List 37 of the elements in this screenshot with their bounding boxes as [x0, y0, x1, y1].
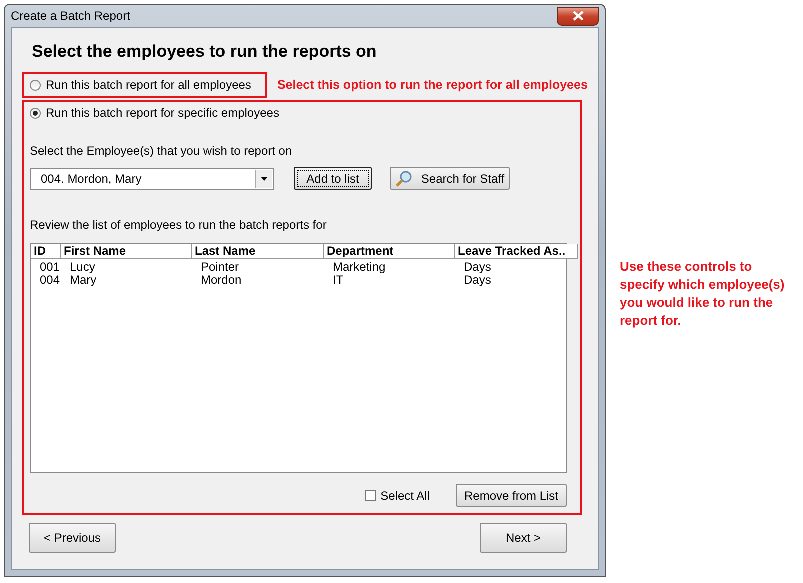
- column-header[interactable]: Last Name: [192, 244, 324, 259]
- table-cell-text: Days: [463, 261, 492, 274]
- table-cell-text: Days: [463, 274, 492, 287]
- remove-button[interactable]: Remove from List: [456, 484, 567, 507]
- field-label: Select the Employee(s) that you wish to report on: [30, 144, 294, 158]
- annotation-text: Use these controls to specify which employee(s) you would like to run the report for.: [620, 258, 786, 330]
- table-cell-text: 001: [39, 261, 61, 274]
- radio-button[interactable]: [30, 108, 41, 118]
- employee-dropdown[interactable]: 004. Mordon, Mary: [30, 168, 274, 190]
- radio-button[interactable]: [30, 80, 41, 90]
- checkbox-label: Select All: [380, 488, 430, 502]
- list-label: Review the list of employees to run the batch reports for: [30, 218, 328, 232]
- table-cell-text: Marketing: [332, 261, 387, 274]
- page-heading: Select the employees to run the reports on: [32, 42, 378, 62]
- table-cell-text: Mordon: [200, 274, 243, 287]
- table-cell-text: Pointer: [200, 261, 240, 274]
- close-icon: [572, 11, 584, 21]
- next-button[interactable]: Next >: [480, 523, 567, 553]
- add-button[interactable]: Add to list: [294, 167, 372, 190]
- radio-label: Run this batch report for specific employees: [46, 106, 280, 120]
- column-header[interactable]: ID: [31, 244, 61, 259]
- checkbox[interactable]: [364, 490, 376, 501]
- window-title: Create a Batch Report: [11, 9, 130, 23]
- search-icon: [395, 170, 414, 188]
- table-cell-text: Lucy: [69, 261, 96, 274]
- column-header[interactable]: Department: [324, 244, 455, 259]
- close-button[interactable]: [557, 6, 599, 26]
- annotation-text: Select this option to run the report for all employees: [277, 78, 588, 92]
- column-header[interactable]: First Name: [61, 244, 192, 259]
- table-cell-text: IT: [332, 274, 344, 287]
- column-header[interactable]: Leave Tracked As..: [455, 244, 578, 259]
- search-button[interactable]: Search for Staff: [390, 167, 510, 190]
- table-cell-text: Mary: [69, 274, 98, 287]
- radio-label: Run this batch report for all employees: [46, 78, 252, 92]
- table-cell-text: 004: [39, 274, 61, 287]
- previous-button[interactable]: < Previous: [29, 523, 116, 553]
- caret-icon: [260, 176, 268, 180]
